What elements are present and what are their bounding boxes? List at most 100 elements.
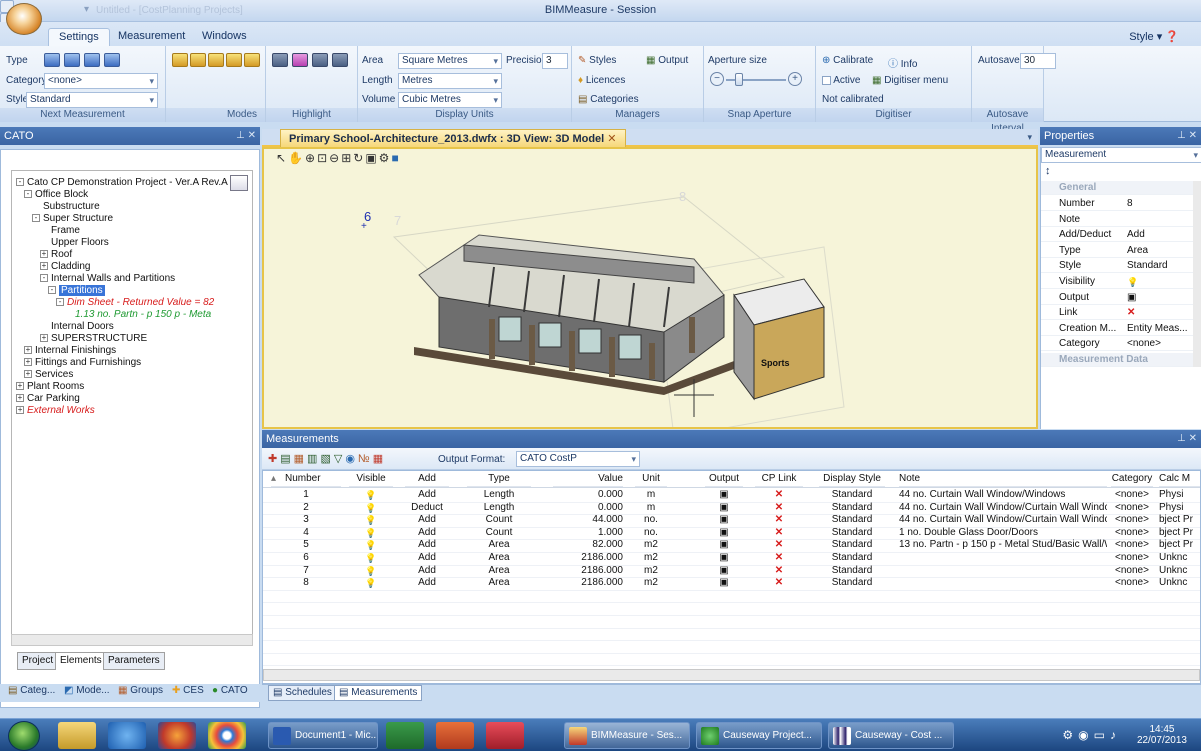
help-icon[interactable]: ❓: [1165, 31, 1179, 43]
view-cube-icon[interactable]: ▣: [365, 151, 378, 165]
pin-close-icon[interactable]: ⊥ ✕: [1177, 127, 1197, 145]
spreadsheet-icon[interactable]: ▧: [320, 453, 333, 465]
collapse-icon[interactable]: -: [40, 274, 48, 283]
app-menu-button[interactable]: [6, 3, 42, 35]
column-header[interactable]: Number: [271, 471, 341, 487]
auto-mode-icon[interactable]: [208, 53, 224, 67]
highlight-none-icon[interactable]: [332, 53, 348, 67]
tree-node[interactable]: + SUPERSTRUCTURE: [40, 333, 147, 344]
tree-node[interactable]: + Plant Rooms: [16, 381, 84, 392]
path-mode-icon[interactable]: [244, 53, 260, 67]
powerpoint-icon[interactable]: [436, 722, 474, 749]
property-row[interactable]: Add/Deduct Add: [1041, 228, 1194, 243]
tree-node[interactable]: + External Works: [16, 405, 95, 416]
tree-node[interactable]: - Partitions: [48, 285, 105, 296]
grid-horizontal-scrollbar[interactable]: [263, 669, 1200, 681]
table-row[interactable]: 4 💡 Add Count 1.000 no. ▣ ✕ Standard 1 no. Double…: [263, 527, 1200, 540]
access-icon[interactable]: [486, 722, 524, 749]
zoom-in-icon[interactable]: ⊕: [305, 151, 317, 165]
orbit-icon[interactable]: ↻: [353, 151, 365, 165]
tab-measurements[interactable]: ▤ Measurements: [334, 685, 423, 701]
taskbar-causeway-project[interactable]: Causeway Project...: [696, 722, 822, 749]
licences-button[interactable]: ♦ Licences: [578, 75, 625, 86]
tab-schedules[interactable]: ▤ Schedules: [268, 685, 337, 701]
tree-node[interactable]: + Services: [24, 369, 73, 380]
column-header[interactable]: Type: [467, 471, 531, 487]
column-header[interactable]: CP Link: [755, 471, 803, 487]
expand-icon[interactable]: +: [24, 358, 32, 367]
tab-measurement[interactable]: Measurement: [108, 28, 195, 46]
property-row[interactable]: Note: [1041, 213, 1194, 227]
table-row[interactable]: 5 💡 Add Area 82.000 m2 ▣ ✕ Standard 13 no. Partn …: [263, 539, 1200, 552]
select-icon[interactable]: ↖: [276, 151, 288, 165]
expand-icon[interactable]: +: [24, 370, 32, 379]
column-header[interactable]: Visible: [349, 471, 393, 487]
close-document-icon[interactable]: ✕: [607, 133, 616, 145]
zoom-extents-icon[interactable]: ⊞: [341, 151, 353, 165]
output-format-combo[interactable]: CATO CostP: [516, 451, 640, 467]
column-header[interactable]: Calc M: [1159, 471, 1200, 487]
tree-node[interactable]: - Super Structure: [32, 213, 113, 224]
column-header[interactable]: Value: [553, 471, 623, 487]
dock-categories[interactable]: ▤ Categ...: [4, 684, 59, 700]
column-header[interactable]: Output: [705, 471, 743, 487]
tree-node[interactable]: 1.13 no. Partn - p 150 p - Meta: [64, 309, 211, 320]
column-header[interactable]: Note: [899, 471, 1107, 487]
expand-icon[interactable]: +: [40, 334, 48, 343]
property-row[interactable]: Number 8: [1041, 197, 1194, 211]
dock-ces[interactable]: ✚ CES: [168, 684, 208, 700]
collapse-icon[interactable]: -: [32, 214, 40, 223]
tree-options-icon[interactable]: [230, 175, 248, 191]
zoom-window-icon[interactable]: ⊡: [317, 151, 329, 165]
table-row[interactable]: 8 💡 Add Area 2186.000 m2 ▣ ✕ Standard <none> Unknc: [263, 577, 1200, 590]
pan-icon[interactable]: ✋: [288, 151, 305, 165]
table-row[interactable]: 6 💡 Add Area 2186.000 m2 ▣ ✕ Standard <none> Unknc: [263, 552, 1200, 565]
precision-spinner[interactable]: 3: [542, 53, 568, 69]
tree-node[interactable]: Frame: [40, 225, 80, 236]
tree-node[interactable]: + Internal Finishings: [24, 345, 116, 356]
general-section[interactable]: General: [1041, 181, 1194, 195]
tree-node[interactable]: Internal Doors: [40, 321, 114, 332]
info-button[interactable]: ⓘ Info: [888, 55, 917, 70]
settings-icon[interactable]: ⚙: [379, 151, 392, 165]
column-header[interactable]: Unit: [635, 471, 667, 487]
edit-mode-icon[interactable]: [190, 53, 206, 67]
expand-icon[interactable]: +: [16, 382, 24, 391]
tree-node[interactable]: - Cato CP Demonstration Project - Ver.A R…: [16, 177, 228, 188]
style-menu[interactable]: Style ▾ ❓: [1129, 30, 1179, 43]
table-row[interactable]: 3 💡 Add Count 44.000 no. ▣ ✕ Standard 44 no. Curt…: [263, 514, 1200, 527]
chrome-icon[interactable]: [208, 722, 246, 749]
tree-node[interactable]: - Internal Walls and Partitions: [40, 273, 175, 284]
excel-icon[interactable]: [386, 722, 424, 749]
tree-node[interactable]: - Dim Sheet - Returned Value = 82: [56, 297, 214, 308]
document-list-icon[interactable]: ▾: [1027, 132, 1032, 143]
column-header[interactable]: Category: [1111, 471, 1153, 487]
area-units-combo[interactable]: Square Metres: [398, 53, 502, 69]
explorer-icon[interactable]: [58, 722, 96, 749]
type-length-icon[interactable]: [44, 53, 60, 67]
highlight-selected-icon[interactable]: [292, 53, 308, 67]
category-combo[interactable]: <none>: [44, 73, 158, 89]
volume-units-combo[interactable]: Cubic Metres: [398, 92, 502, 108]
table-row[interactable]: 1 💡 Add Length 0.000 m ▣ ✕ Standard 44 no. Curtai…: [263, 489, 1200, 502]
table-icon[interactable]: ▦: [373, 453, 386, 465]
highlight-all-icon[interactable]: [272, 53, 288, 67]
calibrate-button[interactable]: ⊕ Calibrate: [822, 55, 873, 66]
chart-icon[interactable]: ▥: [307, 453, 320, 465]
sort-icon[interactable]: ↕: [1045, 165, 1051, 177]
tab-parameters[interactable]: Parameters: [103, 652, 165, 670]
tree-horizontal-scrollbar[interactable]: [11, 634, 253, 646]
tree-node[interactable]: + Car Parking: [16, 393, 80, 404]
pin-close-icon[interactable]: ⊥ ✕: [1177, 430, 1197, 448]
add-mode-icon[interactable]: [172, 53, 188, 67]
measurements-grid[interactable]: Number Visible Add Type Value Unit Output CP Li…: [262, 470, 1201, 684]
properties-scrollbar[interactable]: [1193, 181, 1201, 367]
render-icon[interactable]: ■: [391, 151, 400, 165]
property-row[interactable]: Visibility 💡: [1041, 275, 1194, 289]
link-icon[interactable]: ✚: [268, 453, 280, 465]
3d-viewer[interactable]: ↖✋⊕⊡⊖⊞↻▣⚙■ Sports 6 7 8 +: [262, 147, 1038, 429]
aperture-slider-thumb[interactable]: [735, 73, 743, 86]
internet-explorer-icon[interactable]: [108, 722, 146, 749]
display-icon[interactable]: ▭: [1094, 728, 1110, 742]
property-row[interactable]: Output ▣: [1041, 291, 1194, 305]
